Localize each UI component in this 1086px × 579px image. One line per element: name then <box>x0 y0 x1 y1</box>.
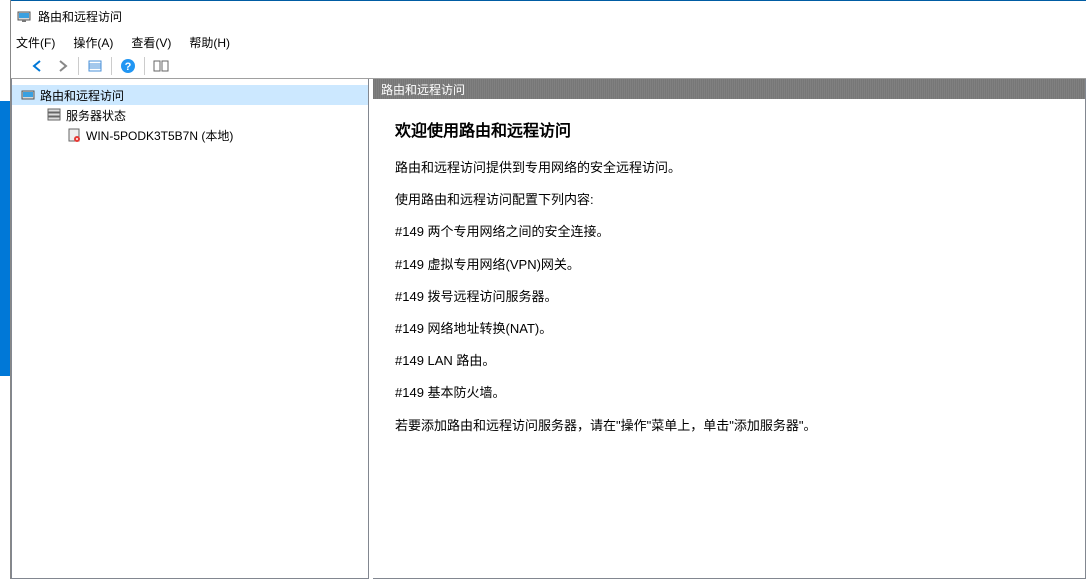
toolbar-separator-2 <box>111 57 112 75</box>
main-header: 路由和远程访问 <box>373 79 1085 99</box>
tree-panel[interactable]: 路由和远程访问 服务器状态 <box>11 79 369 579</box>
config-item-2: #149 虚拟专用网络(VPN)网关。 <box>395 256 1063 274</box>
server-status-icon <box>46 107 62 123</box>
menu-file[interactable]: 文件(F) <box>16 34 55 51</box>
tree-server-status-label: 服务器状态 <box>66 107 126 124</box>
titlebar: 路由和远程访问 <box>0 1 1086 31</box>
tree-local-server-label: WIN-5PODK3T5B7N (本地) <box>86 127 233 144</box>
svg-text:?: ? <box>125 61 132 73</box>
left-edge-highlight <box>0 101 10 376</box>
help-button[interactable]: ? <box>117 55 139 77</box>
show-hide-button[interactable] <box>150 55 172 77</box>
window-title: 路由和远程访问 <box>38 8 122 25</box>
main-header-title: 路由和远程访问 <box>381 81 465 98</box>
config-item-4: #149 网络地址转换(NAT)。 <box>395 320 1063 338</box>
main-window: 路由和远程访问 文件(F) 操作(A) 查看(V) 帮助(H) ? <box>0 0 1086 579</box>
properties-button[interactable] <box>84 55 106 77</box>
menu-help[interactable]: 帮助(H) <box>189 34 230 51</box>
tree-server-status[interactable]: 服务器状态 <box>12 105 368 125</box>
back-button[interactable] <box>27 55 49 77</box>
tree-root[interactable]: 路由和远程访问 <box>12 85 368 105</box>
menu-view[interactable]: 查看(V) <box>131 34 171 51</box>
app-icon <box>16 8 32 24</box>
intro-text: 路由和远程访问提供到专用网络的安全远程访问。 <box>395 159 1063 177</box>
toolbar-separator-3 <box>144 57 145 75</box>
content-area: 路由和远程访问 服务器状态 <box>11 79 1086 579</box>
main-body: 欢迎使用路由和远程访问 路由和远程访问提供到专用网络的安全远程访问。 使用路由和… <box>373 99 1085 578</box>
rras-icon <box>20 87 36 103</box>
main-panel: 路由和远程访问 欢迎使用路由和远程访问 路由和远程访问提供到专用网络的安全远程访… <box>373 79 1086 579</box>
config-item-5: #149 LAN 路由。 <box>395 352 1063 370</box>
welcome-heading: 欢迎使用路由和远程访问 <box>395 117 1063 141</box>
toolbar: ? <box>11 53 1086 79</box>
tree-local-server[interactable]: WIN-5PODK3T5B7N (本地) <box>12 125 368 145</box>
config-item-3: #149 拨号远程访问服务器。 <box>395 288 1063 306</box>
config-item-1: #149 两个专用网络之间的安全连接。 <box>395 223 1063 241</box>
config-label: 使用路由和远程访问配置下列内容: <box>395 191 1063 209</box>
forward-button[interactable] <box>51 55 73 77</box>
menu-action[interactable]: 操作(A) <box>73 34 113 51</box>
config-item-6: #149 基本防火墙。 <box>395 384 1063 402</box>
tree-root-label: 路由和远程访问 <box>40 87 124 104</box>
server-icon <box>66 127 82 143</box>
menubar: 文件(F) 操作(A) 查看(V) 帮助(H) <box>0 31 1086 53</box>
toolbar-separator <box>78 57 79 75</box>
instruction-text: 若要添加路由和远程访问服务器，请在"操作"菜单上，单击"添加服务器"。 <box>395 417 1063 435</box>
